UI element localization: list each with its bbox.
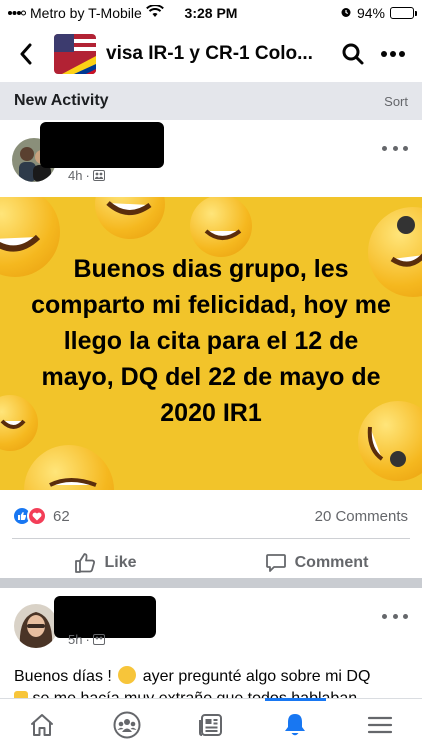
wifi-icon [146, 5, 164, 21]
menu-icon [367, 715, 393, 735]
post-options-button[interactable] [382, 140, 408, 156]
post-timestamp[interactable]: 5h · [68, 632, 105, 647]
post-timestamp[interactable]: 4h · [68, 168, 105, 183]
love-reaction-icon [27, 506, 47, 526]
divider [12, 538, 410, 539]
comment-icon [265, 552, 287, 574]
comment-label: Comment [295, 554, 369, 572]
reactions-row[interactable]: 62 20 Comments [0, 498, 422, 534]
post-text-part: ayer pregunté algo sobre mi DQ [143, 668, 371, 685]
search-icon [341, 42, 365, 66]
post-options-button[interactable] [382, 608, 408, 624]
tab-menu[interactable] [338, 699, 422, 751]
thumbs-up-icon [74, 552, 96, 574]
battery-icon [390, 7, 414, 19]
news-icon [198, 713, 224, 737]
post: 4h · Buenos dias grupo, les comparto mi … [0, 120, 422, 578]
tab-news[interactable] [169, 699, 253, 751]
post-time-text: 5h [68, 632, 82, 647]
notifications-icon [283, 712, 307, 738]
group-thumbnail[interactable] [54, 34, 96, 74]
more-options-button[interactable] [376, 36, 410, 72]
new-activity-title: New Activity [14, 92, 384, 110]
search-button[interactable] [336, 36, 370, 72]
post: 5h · Buenos días ! ayer pregunté algo so… [0, 588, 422, 700]
alarm-icon [340, 5, 352, 21]
tab-groups[interactable] [84, 699, 168, 751]
feed-separator [0, 578, 422, 588]
group-name[interactable]: visa IR-1 y CR-1 Colo... [106, 43, 330, 65]
carrier-name: Metro by T-Mobile [30, 5, 142, 21]
flags-image [54, 34, 96, 74]
home-icon [29, 713, 55, 737]
post-time-text: 4h [68, 168, 82, 183]
tab-home[interactable] [0, 699, 84, 751]
post-body-text: Buenos días ! ayer pregunté algo sobre m… [14, 666, 414, 700]
avatar[interactable] [14, 604, 58, 648]
bottom-tab-bar [0, 698, 422, 750]
post-text-part: Buenos días ! [14, 668, 112, 685]
reaction-count: 62 [53, 508, 315, 525]
new-activity-bar: New Activity Sort [0, 82, 422, 120]
sort-button[interactable]: Sort [384, 94, 408, 109]
battery-percent: 94% [357, 5, 385, 21]
tab-notifications[interactable] [253, 699, 337, 751]
post-header: 4h · [0, 120, 422, 197]
group-audience-icon [93, 634, 105, 645]
like-label: Like [104, 554, 136, 572]
status-bar: Metro by T-Mobile 3:28 PM 94% [0, 0, 422, 26]
groups-icon [113, 711, 141, 739]
group-audience-icon [93, 170, 105, 181]
chevron-left-icon [19, 43, 33, 65]
post-image[interactable]: Buenos dias grupo, les comparto mi felic… [0, 197, 422, 490]
comment-count-link[interactable]: 20 Comments [315, 508, 408, 525]
signal-icon [8, 5, 26, 21]
back-button[interactable] [12, 36, 40, 72]
group-header: visa IR-1 y CR-1 Colo... [0, 26, 422, 82]
profile-photo [14, 604, 58, 648]
more-icon [380, 50, 406, 58]
redacted-author-name [40, 122, 164, 168]
smiling-face-emoji-icon [118, 666, 136, 684]
post-image-text: Buenos dias grupo, les comparto mi felic… [0, 251, 422, 431]
